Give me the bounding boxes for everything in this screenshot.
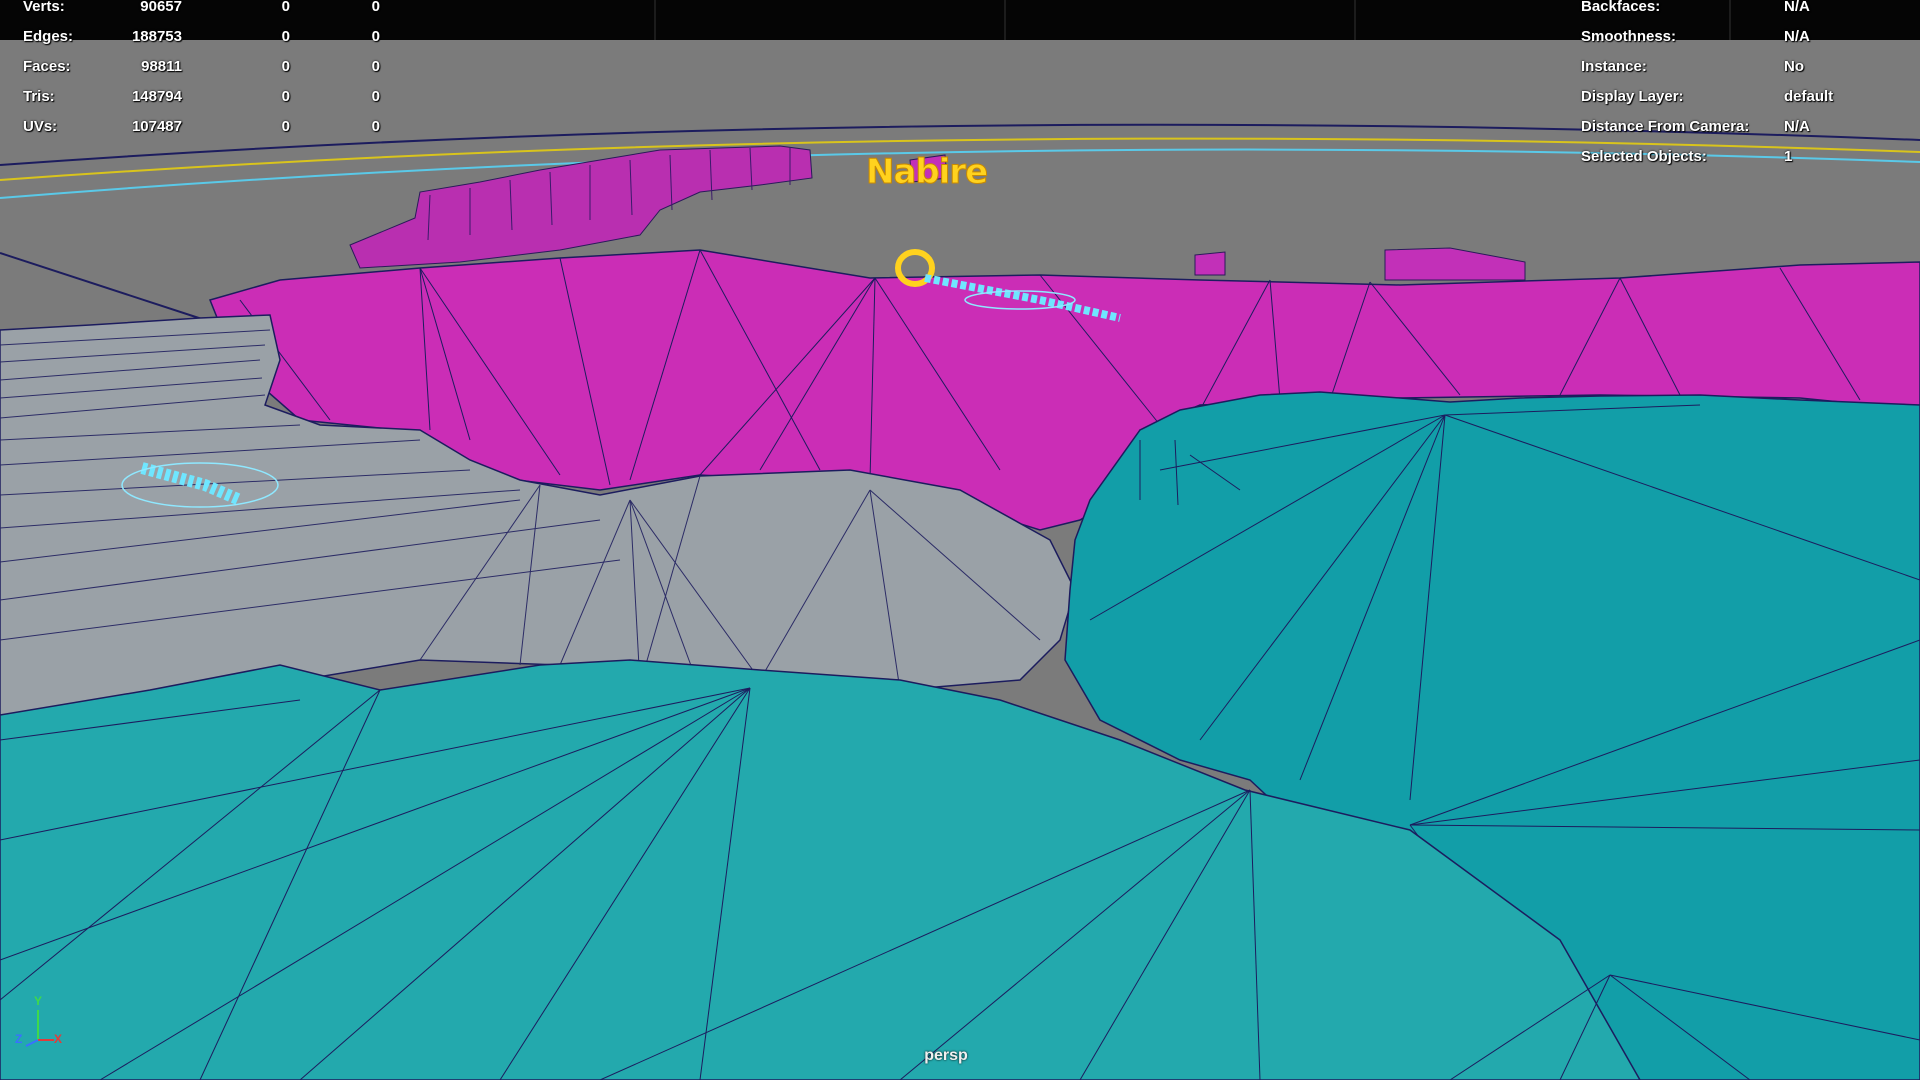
axis-gizmo: Y X Z	[12, 994, 68, 1052]
poly-count-total: 90657	[140, 0, 182, 15]
scene-label-text: Nabire	[865, 152, 988, 193]
object-detail-label: Display Layer:	[1581, 88, 1684, 105]
poly-count-selected: 0	[281, 28, 290, 45]
object-detail-value: 1	[1784, 148, 1793, 165]
poly-count-label: Tris:	[23, 88, 55, 105]
poly-count-row-faces: Faces: 98811 0 0	[0, 57, 420, 77]
axis-z-label: Z	[15, 1032, 23, 1046]
object-detail-row-backfaces: Backfaces: N/A	[1581, 0, 1911, 17]
object-detail-row-instance: Instance: No	[1581, 57, 1911, 77]
poly-count-total: 148794	[131, 88, 182, 105]
poly-count-third: 0	[371, 88, 380, 105]
object-detail-row-selected-objects: Selected Objects: 1	[1581, 147, 1911, 167]
object-detail-value: default	[1784, 88, 1834, 105]
object-detail-label: Smoothness:	[1581, 28, 1677, 45]
axis-y-label: Y	[34, 994, 43, 1008]
poly-count-third: 0	[371, 0, 380, 15]
poly-count-label: Verts:	[23, 0, 65, 15]
object-detail-row-distance: Distance From Camera: N/A	[1581, 117, 1911, 137]
poly-count-third: 0	[371, 118, 380, 135]
poly-count-total: 188753	[131, 28, 182, 45]
poly-count-hud: Verts: 90657 0 0 Edges: 188753 0 0 Faces…	[0, 0, 420, 140]
object-detail-row-display-layer: Display Layer: default	[1581, 87, 1911, 107]
poly-count-total: 98811	[141, 58, 182, 75]
object-detail-value: No	[1784, 58, 1804, 75]
object-details-hud: Backfaces: N/A Smoothness: N/A Instance:…	[1581, 0, 1911, 170]
poly-count-selected: 0	[281, 0, 290, 15]
poly-count-total: 107487	[131, 118, 182, 135]
poly-count-selected: 0	[281, 88, 290, 105]
poly-count-label: Edges:	[23, 28, 74, 45]
object-detail-label: Distance From Camera:	[1581, 118, 1750, 135]
distant-block-2	[1194, 251, 1226, 276]
object-detail-label: Backfaces:	[1581, 0, 1661, 15]
poly-count-third: 0	[371, 28, 380, 45]
axis-x-label: X	[54, 1032, 63, 1046]
poly-count-label: Faces:	[23, 58, 71, 75]
poly-count-selected: 0	[281, 58, 290, 75]
poly-count-row-edges: Edges: 188753 0 0	[0, 27, 420, 47]
poly-count-row-verts: Verts: 90657 0 0	[0, 0, 420, 17]
poly-count-row-uvs: UVs: 107487 0 0	[0, 117, 420, 137]
poly-count-label: UVs:	[23, 118, 58, 135]
object-detail-value: N/A	[1784, 118, 1810, 135]
camera-name-label: persp	[924, 1047, 968, 1064]
object-detail-value: N/A	[1784, 0, 1810, 15]
object-detail-label: Instance:	[1581, 58, 1647, 75]
object-detail-row-smoothness: Smoothness: N/A	[1581, 27, 1911, 47]
object-detail-value: N/A	[1784, 28, 1810, 45]
poly-count-third: 0	[371, 58, 380, 75]
poly-count-row-tris: Tris: 148794 0 0	[0, 87, 420, 107]
object-detail-label: Selected Objects:	[1581, 148, 1707, 165]
poly-count-selected: 0	[281, 118, 290, 135]
